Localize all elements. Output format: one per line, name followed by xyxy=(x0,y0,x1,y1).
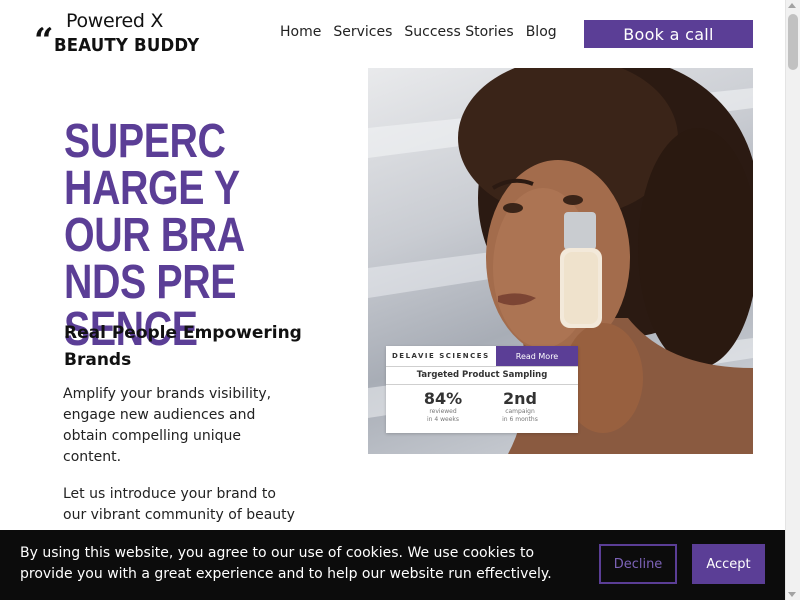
nav-link-success-stories[interactable]: Success Stories xyxy=(404,24,513,40)
scroll-down-arrow-icon[interactable] xyxy=(788,592,796,597)
stat-caption: reviewed xyxy=(429,408,457,415)
cookie-message: By using this website, you agree to our … xyxy=(20,545,552,582)
scroll-thumb[interactable] xyxy=(788,14,798,70)
nav-link-blog[interactable]: Blog xyxy=(526,24,557,40)
stat-caption: campaign xyxy=(505,408,535,415)
card-brand: DELAVIE SCIENCES xyxy=(392,352,490,360)
card-divider xyxy=(386,384,578,385)
page-scrollbar[interactable] xyxy=(785,0,800,600)
hero-paragraph-1: Amplify your brands visibility, engage n… xyxy=(63,386,272,465)
logo-brand-text: BEAUTY BUDDY xyxy=(54,35,200,56)
card-stat: 2nd campaign in 6 months xyxy=(485,390,555,424)
logo-powered-text: Powered X xyxy=(66,10,164,32)
nav-link-services[interactable]: Services xyxy=(333,24,392,40)
logo-quote-icon: “ xyxy=(34,21,54,61)
hero-title: SUPERCHARGE YOUR BRANDS PRESENCE xyxy=(64,115,245,356)
card-stat: 84% reviewed in 4 weeks xyxy=(408,390,478,424)
stat-value: 2nd xyxy=(503,389,537,408)
logo[interactable]: Powered X “ BEAUTY BUDDY xyxy=(34,10,199,61)
stat-caption: in 4 weeks xyxy=(427,416,459,423)
stat-caption: in 6 months xyxy=(502,416,538,423)
stat-value: 84% xyxy=(423,389,463,408)
hero-subtitle: Real People Empowering Brands xyxy=(64,323,302,370)
card-heading: Targeted Product Sampling xyxy=(416,370,548,380)
hero-paragraph-2: Let us introduce your brand to our vibra… xyxy=(63,486,295,523)
decline-button[interactable]: Decline xyxy=(599,544,677,584)
nav-link-home[interactable]: Home xyxy=(280,24,321,40)
book-a-call-button[interactable]: Book a call xyxy=(584,20,753,48)
campaign-card: DELAVIE SCIENCES Read More Targeted Prod… xyxy=(386,346,578,433)
card-divider xyxy=(386,366,578,367)
scroll-up-arrow-icon[interactable] xyxy=(788,3,796,8)
accept-button[interactable]: Accept xyxy=(692,544,765,584)
cookie-banner: By using this website, you agree to our … xyxy=(0,530,785,600)
hero-image: DELAVIE SCIENCES Read More Targeted Prod… xyxy=(368,68,753,454)
read-more-button[interactable]: Read More xyxy=(496,346,578,366)
main-nav: Home Services Success Stories Blog xyxy=(280,24,557,40)
